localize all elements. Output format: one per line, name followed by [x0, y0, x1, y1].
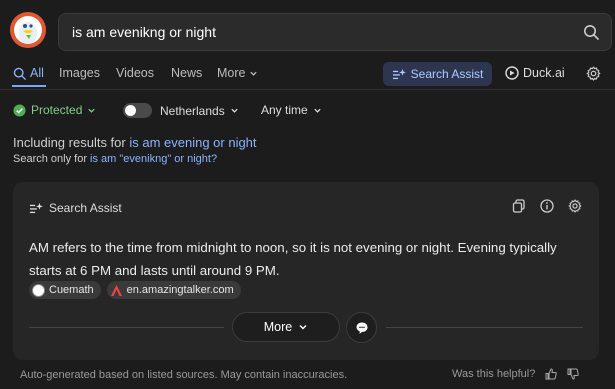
cuemath-logo-icon	[32, 283, 45, 297]
tab-images[interactable]: Images	[59, 66, 100, 80]
assist-answer-text: AM refers to the time from midnight to n…	[29, 240, 557, 278]
spelling-correction: Including results for is am evening or n…	[13, 135, 257, 150]
search-assist-card: Search Assist AM refers to the time from…	[13, 182, 599, 360]
protected-label: Protected	[31, 103, 83, 117]
assist-sparkle-icon	[392, 68, 406, 79]
check-circle-icon	[13, 103, 26, 117]
search-assist-label: Search Assist	[410, 67, 484, 81]
settings-gear-icon[interactable]	[586, 66, 601, 81]
region-label: Netherlands	[160, 103, 225, 118]
more-divider-right	[386, 327, 583, 328]
assist-disclaimer: Auto-generated based on listed sources. …	[20, 369, 348, 381]
duckduckgo-logo[interactable]	[10, 12, 46, 48]
duck-ai-link[interactable]: Duck.ai	[505, 66, 565, 80]
tab-videos-label: Videos	[116, 66, 154, 80]
assist-card-actions	[512, 199, 582, 213]
source-list: Cuemath en.amazingtalker.com	[29, 281, 241, 299]
search-icon	[13, 67, 26, 80]
filter-bar: Protected Netherlands Any time	[0, 100, 615, 122]
helpful-prompt: Was this helpful?	[452, 368, 536, 380]
search-assist-button[interactable]: Search Assist	[383, 62, 492, 86]
search-only-prefix: Search only for	[13, 153, 91, 165]
tab-more-label: More	[217, 66, 246, 80]
tab-videos[interactable]: Videos	[116, 66, 154, 80]
tab-news-label: News	[171, 66, 203, 80]
assist-card-title-text: Search Assist	[49, 201, 122, 215]
active-tab-underline	[12, 85, 46, 87]
duck-ai-icon	[505, 66, 519, 80]
protected-filter[interactable]: Protected	[13, 103, 96, 117]
original-query-link[interactable]: is am "evenikng" or night?	[90, 153, 217, 165]
tab-all[interactable]: All	[13, 66, 44, 80]
tab-all-label: All	[30, 66, 44, 80]
time-label: Any time	[261, 103, 308, 117]
chat-followup-button[interactable]	[346, 312, 377, 343]
chat-bubble-icon	[356, 322, 367, 334]
search-input[interactable]: is am evenikng or night	[58, 13, 612, 51]
search-query-text: is am evenikng or night	[72, 24, 216, 40]
tab-images-label: Images	[59, 66, 100, 80]
search-original: Search only for is am "evenikng" or nigh…	[13, 153, 217, 165]
source-chip-label: Cuemath	[49, 284, 94, 296]
tab-more[interactable]: More	[217, 66, 258, 80]
source-chip-label: en.amazingtalker.com	[126, 284, 234, 296]
chevron-down-icon	[88, 108, 96, 113]
tab-news[interactable]: News	[171, 66, 202, 80]
info-icon[interactable]	[540, 199, 554, 213]
chevron-down-icon	[250, 71, 258, 76]
assist-sparkle-icon	[29, 202, 43, 213]
source-chip-amazingtalker[interactable]: en.amazingtalker.com	[106, 281, 241, 299]
chevron-down-icon	[231, 108, 238, 113]
including-prefix: Including results for	[13, 135, 130, 150]
time-filter[interactable]: Any time	[261, 103, 322, 117]
more-button-label: More	[263, 320, 293, 334]
region-filter[interactable]: Netherlands	[123, 103, 239, 118]
settings-gear-icon[interactable]	[568, 199, 582, 213]
header-divider	[0, 89, 615, 90]
search-icon[interactable]	[583, 24, 599, 40]
assist-card-title: Search Assist	[29, 201, 122, 215]
chevron-down-icon	[299, 325, 307, 330]
copy-icon[interactable]	[512, 199, 526, 213]
thumbs-down-icon[interactable]	[567, 368, 580, 380]
region-toggle[interactable]	[123, 103, 152, 118]
amazingtalker-logo-icon	[110, 284, 122, 296]
feedback-area: Was this helpful?	[452, 368, 580, 380]
chevron-down-icon	[314, 108, 321, 113]
more-divider-left	[29, 327, 224, 328]
thumbs-up-icon[interactable]	[545, 368, 558, 380]
duck-ai-label: Duck.ai	[523, 66, 565, 80]
more-button[interactable]: More	[232, 312, 340, 342]
source-chip-cuemath[interactable]: Cuemath	[29, 281, 101, 299]
corrected-query-link[interactable]: is am evening or night	[129, 135, 256, 150]
